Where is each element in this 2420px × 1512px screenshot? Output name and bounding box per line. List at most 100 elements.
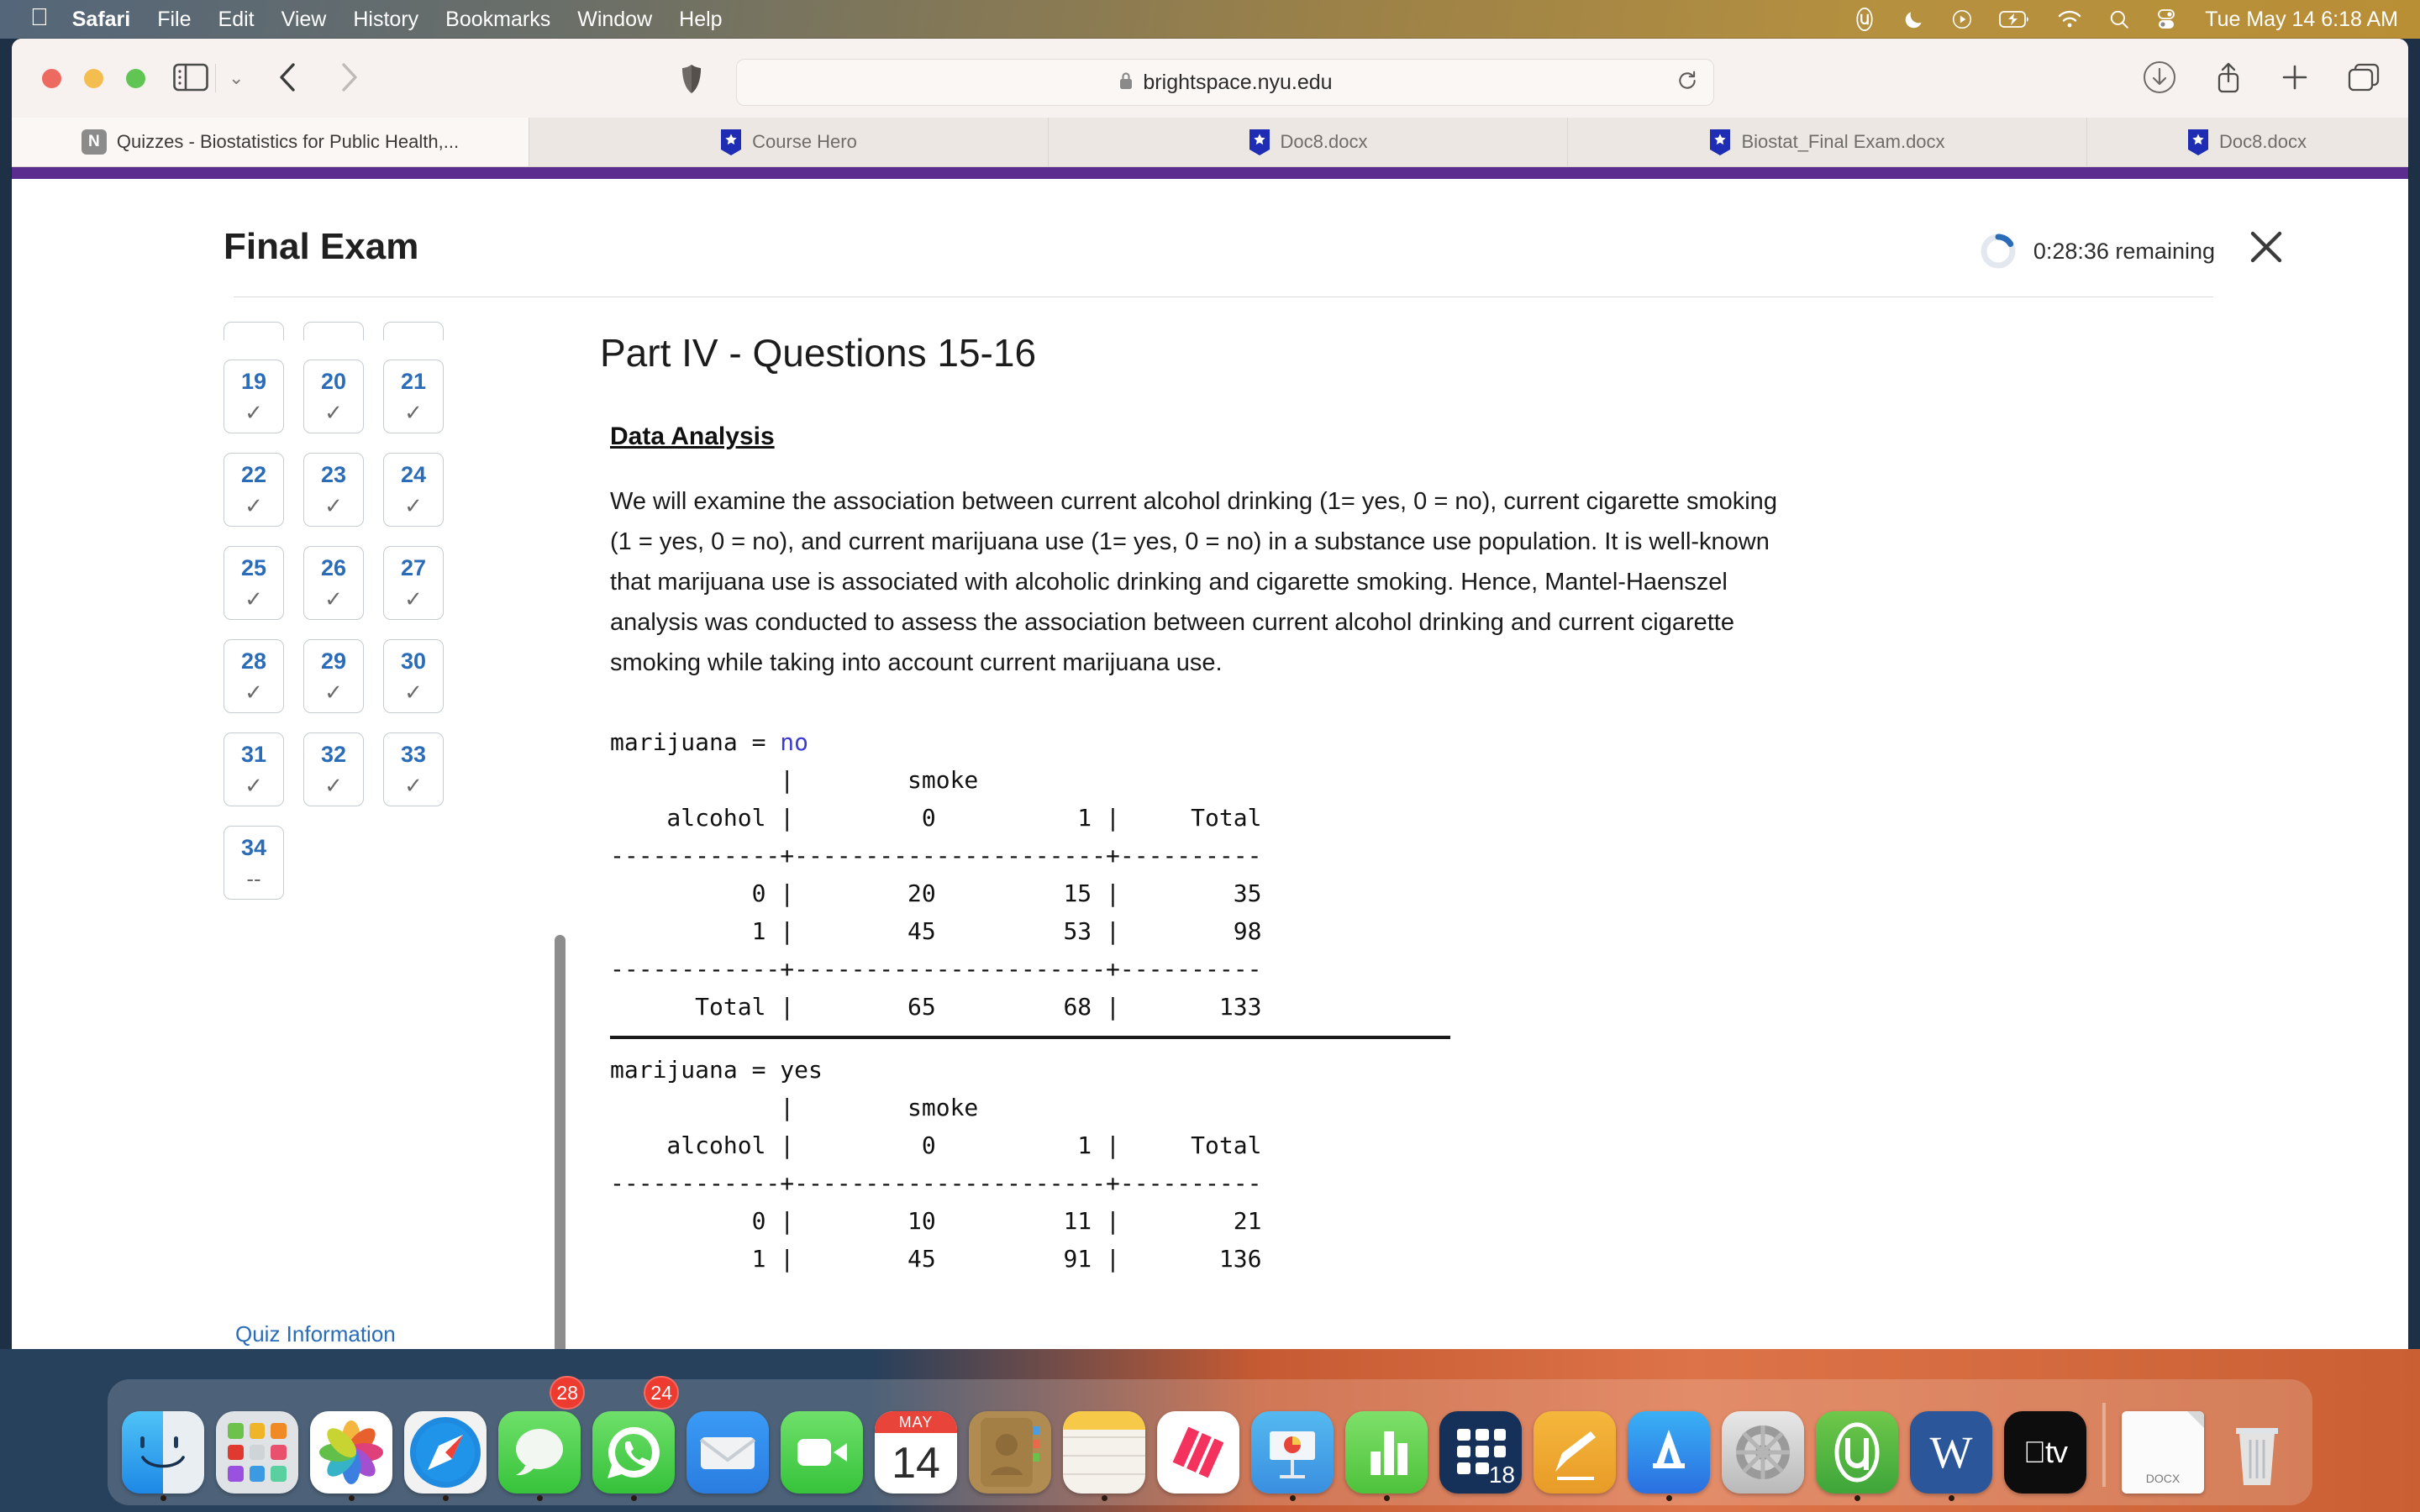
chevron-down-icon[interactable]: ⌄ <box>229 67 244 89</box>
address-bar[interactable]: brightspace.nyu.edu <box>736 59 1714 106</box>
browser-tab-doc8-1[interactable]: Doc8.docx <box>1049 118 1568 166</box>
question-number: 29 <box>320 648 347 674</box>
address-bar-url: brightspace.nyu.edu <box>1143 70 1333 94</box>
question-nav-item-32[interactable]: 32 ✓ <box>303 732 364 806</box>
shield-icon[interactable] <box>681 64 702 98</box>
dock-item-stata[interactable]: 18 <box>1434 1379 1528 1505</box>
question-nav-item-24[interactable]: 24 ✓ <box>383 453 444 527</box>
dock-item-notes[interactable] <box>1057 1379 1151 1505</box>
stata-version-label: 18 <box>1488 1462 1515 1488</box>
question-status-icon: -- <box>246 865 261 891</box>
play-circle-icon[interactable] <box>1951 8 1973 30</box>
question-nav-item-partial[interactable] <box>224 322 284 340</box>
dock-item-utorrent[interactable] <box>1810 1379 1904 1505</box>
menu-item-bookmarks[interactable]: Bookmarks <box>445 8 550 32</box>
dock-item-news[interactable] <box>1151 1379 1245 1505</box>
tab-overview-icon[interactable] <box>2348 63 2380 96</box>
browser-tab-course-hero[interactable]: Course Hero <box>529 118 1049 166</box>
running-indicator <box>1665 1495 1672 1501</box>
question-nav-item-28[interactable]: 28 ✓ <box>224 639 284 713</box>
dock-item-contacts[interactable] <box>963 1379 1057 1505</box>
question-nav-item-23[interactable]: 23 ✓ <box>303 453 364 527</box>
dock-item-facetime[interactable] <box>775 1379 869 1505</box>
dock-item-docx-file[interactable]: DOCX <box>2116 1379 2210 1505</box>
menu-item-help[interactable]: Help <box>679 8 722 32</box>
control-center-icon[interactable] <box>2156 8 2176 30</box>
dock-item-mail[interactable] <box>681 1379 775 1505</box>
messages-badge: 28 <box>550 1376 585 1410</box>
utorrent-icon[interactable] <box>1852 7 1877 32</box>
zoom-window-button[interactable] <box>126 69 145 88</box>
apple-menu-icon[interactable]:  <box>30 5 49 30</box>
download-icon[interactable] <box>2143 60 2176 98</box>
close-window-button[interactable] <box>42 69 61 88</box>
moon-icon[interactable] <box>1903 8 1925 30</box>
menu-item-window[interactable]: Window <box>577 8 652 32</box>
menu-item-edit[interactable]: Edit <box>218 8 255 32</box>
browser-tab-quizzes[interactable]: N Quizzes - Biostatistics for Public Hea… <box>12 118 529 166</box>
browser-tab-doc8-2[interactable]: Doc8.docx <box>2087 118 2407 166</box>
dock-item-safari[interactable] <box>398 1379 492 1505</box>
timer-ring-icon <box>1980 233 2017 270</box>
whatsapp-icon <box>592 1411 675 1494</box>
whatsapp-badge: 24 <box>644 1376 679 1410</box>
reload-icon[interactable] <box>1676 70 1698 97</box>
wifi-icon[interactable] <box>2057 9 2082 29</box>
dock-item-messages[interactable]: 28 <box>492 1376 587 1505</box>
question-nav-item-27[interactable]: 27 ✓ <box>383 546 444 620</box>
battery-charging-icon[interactable] <box>1999 10 2031 29</box>
share-icon[interactable] <box>2215 60 2242 98</box>
question-nav-item-22[interactable]: 22 ✓ <box>224 453 284 527</box>
dock-item-word[interactable]: W <box>1904 1379 1998 1505</box>
question-nav-item-31[interactable]: 31 ✓ <box>224 732 284 806</box>
dock-item-finder[interactable] <box>116 1379 210 1505</box>
question-nav-item-30[interactable]: 30 ✓ <box>383 639 444 713</box>
search-icon[interactable] <box>2108 8 2130 30</box>
dock-item-pages[interactable] <box>1528 1379 1622 1505</box>
question-status-icon: ✓ <box>245 399 263 425</box>
dock-item-numbers[interactable] <box>1339 1379 1434 1505</box>
question-nav-item-partial[interactable] <box>383 322 444 340</box>
dock-item-app-store[interactable] <box>1622 1379 1716 1505</box>
question-nav-item-33[interactable]: 33 ✓ <box>383 732 444 806</box>
dock-item-whatsapp[interactable]: 24 <box>587 1376 681 1505</box>
question-nav-item-21[interactable]: 21 ✓ <box>383 360 444 433</box>
question-nav-item-29[interactable]: 29 ✓ <box>303 639 364 713</box>
exam-timer: 0:28:36 remaining <box>1980 233 2215 270</box>
quiz-information-link[interactable]: Quiz Information <box>235 1321 396 1347</box>
question-number: 31 <box>240 741 267 767</box>
question-nav-item-25[interactable]: 25 ✓ <box>224 546 284 620</box>
question-nav-item-26[interactable]: 26 ✓ <box>303 546 364 620</box>
dock-item-launchpad[interactable] <box>210 1379 304 1505</box>
question-nav-item-20[interactable]: 20 ✓ <box>303 360 364 433</box>
dock-item-calendar[interactable]: MAY 14 <box>869 1379 963 1505</box>
menu-item-view[interactable]: View <box>281 8 327 32</box>
menu-item-history[interactable]: History <box>353 8 418 32</box>
minimize-window-button[interactable] <box>84 69 103 88</box>
close-exam-button[interactable] <box>2247 228 2286 270</box>
app-store-icon <box>1628 1411 1710 1494</box>
forward-icon[interactable] <box>338 62 360 97</box>
sidebar-icon[interactable] <box>173 62 208 92</box>
question-number: 30 <box>400 648 427 674</box>
dock-item-keynote[interactable] <box>1245 1379 1339 1505</box>
dock-item-apple-tv[interactable]: tv <box>1998 1379 2092 1505</box>
quiz-page: Final Exam 0:28:36 remaining 19 ✓ 20 ✓ 2… <box>12 179 2408 1349</box>
new-tab-icon[interactable] <box>2281 63 2309 96</box>
question-nav-item-34[interactable]: 34 -- <box>224 826 284 900</box>
menu-bar-clock[interactable]: Tue May 14 6:18 AM <box>2205 8 2398 32</box>
dock-item-system-settings[interactable] <box>1716 1379 1810 1505</box>
running-indicator <box>536 1495 543 1501</box>
question-nav-item-19[interactable]: 19 ✓ <box>224 360 284 433</box>
calendar-day: 14 <box>892 1439 940 1488</box>
dock-item-trash[interactable] <box>2210 1379 2304 1505</box>
question-list-scrollbar[interactable] <box>555 935 566 1349</box>
browser-tab-biostat-final-exam[interactable]: Biostat_Final Exam.docx <box>1568 118 2087 166</box>
question-nav-row: 19 ✓ 20 ✓ 21 ✓ <box>224 360 501 433</box>
back-icon[interactable] <box>277 62 299 97</box>
question-nav-item-partial[interactable] <box>303 322 364 340</box>
menu-item-file[interactable]: File <box>157 8 191 32</box>
menu-item-safari[interactable]: Safari <box>72 8 130 32</box>
dock-item-photos[interactable] <box>304 1379 398 1505</box>
word-letter: W <box>1929 1427 1973 1478</box>
